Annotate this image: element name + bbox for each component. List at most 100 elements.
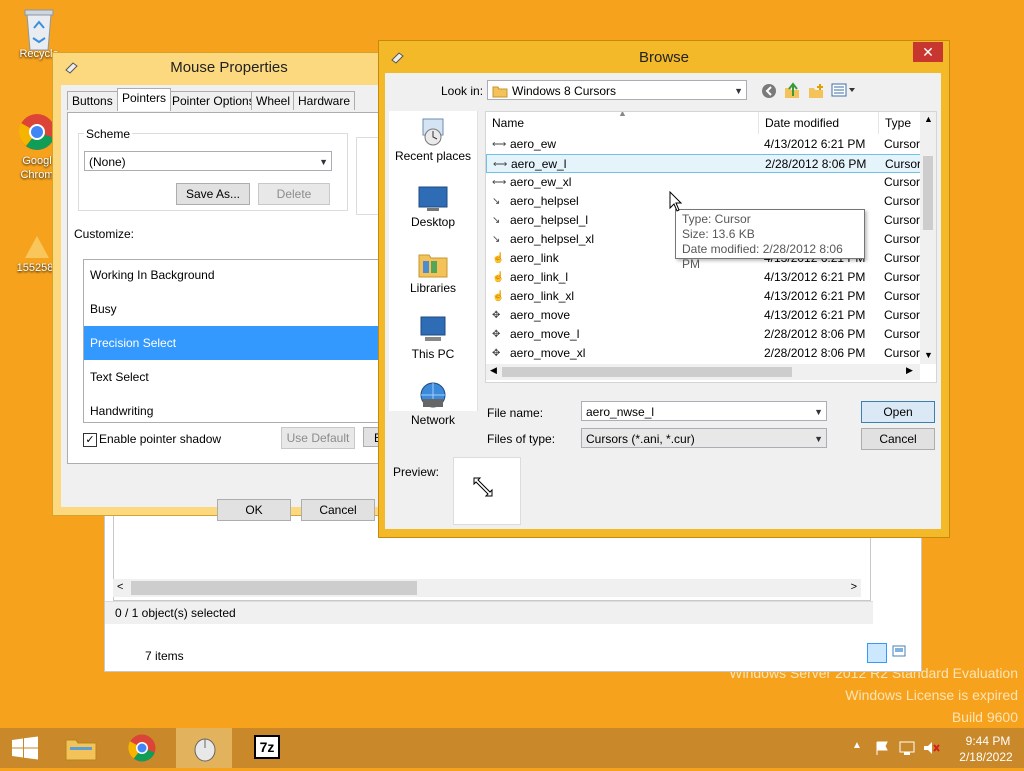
look-in-select[interactable]: Windows 8 Cursors ▼ [487, 80, 747, 100]
tab-pointer-options[interactable]: Pointer Options [167, 91, 260, 110]
file-type: Cursor [884, 327, 921, 341]
taskbar-7zip[interactable]: 7z [240, 728, 296, 768]
file-list-vscroll-thumb[interactable] [923, 156, 933, 230]
mouse-icon [190, 734, 232, 765]
tab-pointers[interactable]: Pointers [117, 88, 172, 111]
taskbar: 7z ▲ 9:44 PM 2/18/2022 [0, 728, 1024, 768]
view-menu-icon[interactable] [831, 82, 857, 101]
file-list-hscroll-thumb[interactable] [502, 367, 792, 377]
taskbar-file-explorer[interactable] [54, 728, 110, 768]
file-list-hscrollbar[interactable]: ◀ ▶ [486, 364, 920, 380]
places-bar: Recent places Desktop Libraries This PC [389, 111, 478, 427]
file-row[interactable]: ✥ aero_move 4/13/2012 6:21 PM Cursor [486, 306, 922, 325]
scroll-left-icon[interactable]: < [117, 581, 123, 593]
explorer-hscroll-thumb[interactable] [131, 581, 417, 595]
file-name: aero_move_l [510, 327, 580, 341]
ok-button[interactable]: OK [217, 499, 291, 521]
taskbar-mouse-properties[interactable] [176, 728, 232, 768]
browse-window: Browse ✕ Look in: Windows 8 Cursors ▼ Re… [378, 40, 950, 538]
column-header-date-modified[interactable]: Date modified [758, 112, 881, 134]
file-row[interactable]: ⟷ aero_ew_l 2/28/2012 8:06 PM Cursor [486, 154, 922, 173]
scroll-right-icon[interactable]: ▶ [906, 365, 913, 376]
cancel-button[interactable]: Cancel [301, 499, 375, 521]
cursor-file-icon: ✥ [492, 348, 501, 359]
file-tooltip: Type: Cursor Size: 13.6 KB Date modified… [675, 209, 865, 271]
scroll-left-icon[interactable]: ◀ [490, 365, 497, 376]
file-icon [15, 230, 55, 260]
watermark-line-2: Windows License is expired [845, 687, 1018, 703]
open-button[interactable]: Open [861, 401, 935, 423]
network-tray-icon[interactable] [898, 740, 916, 759]
tab-buttons[interactable]: Buttons [67, 91, 118, 110]
file-type-label: Files of type: [487, 432, 556, 446]
cancel-button[interactable]: Cancel [861, 428, 935, 450]
pointer-list[interactable]: Working In Background Busy Precision Sel… [83, 259, 387, 423]
file-date: 2/28/2012 8:06 PM [765, 157, 867, 171]
pointer-item-handwriting[interactable]: Handwriting [84, 394, 386, 422]
close-button[interactable]: ✕ [913, 42, 943, 62]
scroll-right-icon[interactable]: > [851, 581, 857, 593]
pointer-item-text-select[interactable]: Text Select [84, 360, 386, 394]
file-name-input[interactable]: aero_nwse_l ▼ [581, 401, 827, 421]
folder-icon [492, 84, 508, 104]
place-network[interactable]: Network [389, 381, 477, 441]
file-type: Cursor [885, 157, 922, 171]
file-type: Cursor [884, 213, 921, 227]
file-row[interactable]: ☝ aero_link_xl 4/13/2012 6:21 PM Cursor [486, 287, 922, 306]
file-type: Cursor [884, 194, 921, 208]
file-row[interactable]: ✥ aero_move_xl 2/28/2012 8:06 PM Cursor [486, 344, 922, 363]
place-libraries[interactable]: Libraries [389, 249, 477, 309]
pointer-item-precision-select[interactable]: Precision Select [84, 326, 386, 360]
clock-time[interactable]: 9:44 PM [958, 734, 1018, 748]
file-type: Cursor [884, 346, 921, 360]
use-default-button[interactable]: Use Default [281, 427, 355, 449]
file-date: 2/28/2012 8:06 PM [764, 346, 866, 360]
explorer-footer: 7 items [125, 625, 919, 669]
chrome-icon [17, 112, 57, 152]
cursor-file-icon: ☝ [492, 253, 505, 264]
file-row[interactable]: ⟷ aero_ew_xl Cursor [486, 173, 922, 192]
new-folder-icon[interactable] [807, 82, 825, 103]
file-row[interactable]: ⟷ aero_ew 4/13/2012 6:21 PM Cursor [486, 135, 922, 154]
place-label: This PC [411, 347, 455, 361]
file-type-select[interactable]: Cursors (*.ani, *.cur) ▼ [581, 428, 827, 448]
file-row[interactable]: ✥ aero_move_l 2/28/2012 8:06 PM Cursor [486, 325, 922, 344]
volume-muted-icon[interactable] [922, 740, 940, 759]
save-as-button[interactable]: Save As... [176, 183, 250, 205]
recent-places-icon [417, 117, 449, 147]
show-hidden-icons-icon[interactable]: ▲ [852, 740, 862, 751]
taskbar-chrome[interactable] [114, 728, 170, 768]
clock-date[interactable]: 2/18/2022 [954, 750, 1018, 764]
cursor-file-icon: ↘ [492, 234, 501, 245]
cursor-file-icon: ↘ [492, 215, 501, 226]
scroll-up-icon[interactable]: ▲ [924, 114, 933, 124]
file-name-value: aero_nwse_l [586, 405, 655, 419]
scroll-down-icon[interactable]: ▼ [924, 350, 933, 360]
file-list-vscrollbar[interactable]: ▲ ▼ [920, 112, 936, 364]
file-name: aero_move [510, 308, 571, 322]
up-folder-icon[interactable] [783, 82, 801, 103]
large-icons-view-icon[interactable] [891, 643, 909, 661]
pointer-item-busy[interactable]: Busy [84, 292, 386, 326]
tab-wheel[interactable]: Wheel [251, 91, 296, 110]
pointer-item-working-in-background[interactable]: Working In Background [84, 260, 386, 292]
action-center-flag-icon[interactable] [874, 740, 890, 759]
chevron-down-icon: ▼ [814, 434, 823, 444]
explorer-hscrollbar[interactable]: < > [113, 579, 861, 597]
details-view-icon[interactable] [867, 643, 887, 663]
scheme-select[interactable]: (None) ▼ [84, 151, 332, 171]
place-recent-places[interactable]: Recent places [389, 117, 477, 177]
file-name: aero_link_l [510, 270, 569, 284]
network-icon [417, 381, 449, 411]
place-desktop[interactable]: Desktop [389, 183, 477, 243]
place-this-pc[interactable]: This PC [389, 315, 477, 375]
tab-hardware[interactable]: Hardware [293, 91, 356, 110]
file-name: aero_ew_xl [510, 175, 572, 189]
cursor-file-icon: ⟷ [493, 159, 508, 170]
shadow-checkbox[interactable]: ✓ [83, 433, 97, 447]
look-in-value: Windows 8 Cursors [512, 84, 617, 98]
back-icon[interactable] [761, 83, 777, 102]
file-type: Cursor [884, 308, 921, 322]
start-button[interactable] [0, 728, 50, 768]
delete-button[interactable]: Delete [258, 183, 330, 205]
